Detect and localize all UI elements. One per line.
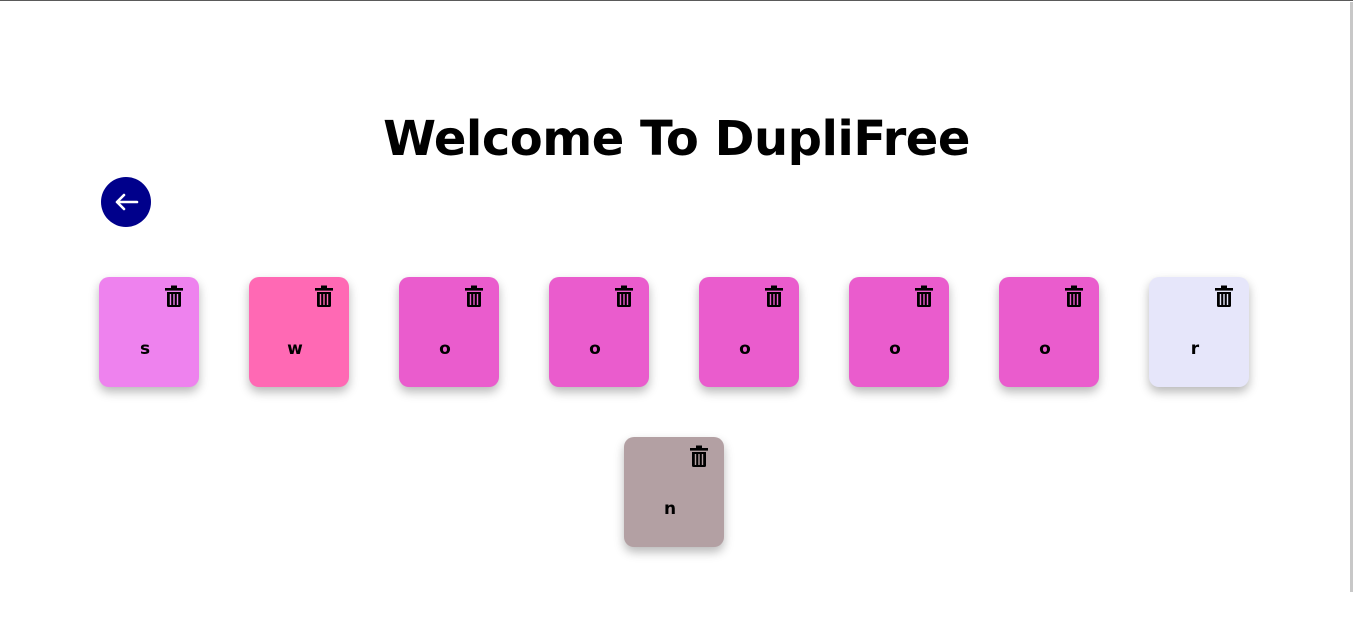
delete-button[interactable] bbox=[1215, 285, 1233, 307]
letter-card: o bbox=[849, 277, 949, 387]
delete-button[interactable] bbox=[690, 445, 708, 467]
letter-card: o bbox=[399, 277, 499, 387]
letter-card: o bbox=[999, 277, 1099, 387]
letter-card: r bbox=[1149, 277, 1249, 387]
trash-icon bbox=[1215, 285, 1233, 307]
letter-card: o bbox=[549, 277, 649, 387]
delete-button[interactable] bbox=[615, 285, 633, 307]
arrow-left-icon bbox=[115, 193, 139, 211]
card-letter: o bbox=[889, 339, 901, 359]
letter-card: o bbox=[699, 277, 799, 387]
trash-icon bbox=[465, 285, 483, 307]
card-letter: r bbox=[1190, 339, 1200, 359]
trash-icon bbox=[690, 445, 708, 467]
card-letter: n bbox=[663, 499, 677, 519]
trash-icon bbox=[915, 285, 933, 307]
delete-button[interactable] bbox=[315, 285, 333, 307]
trash-icon bbox=[1065, 285, 1083, 307]
app-window: Welcome To DupliFree s w o o o o o r n bbox=[0, 0, 1353, 625]
trash-icon bbox=[165, 285, 183, 307]
card-letter: o bbox=[739, 339, 751, 359]
card-letter: w bbox=[287, 339, 303, 359]
card-letter: o bbox=[589, 339, 601, 359]
trash-icon bbox=[765, 285, 783, 307]
card-letter: o bbox=[1039, 339, 1051, 359]
back-button[interactable] bbox=[101, 177, 151, 227]
trash-icon bbox=[615, 285, 633, 307]
delete-button[interactable] bbox=[1065, 285, 1083, 307]
letter-card: s bbox=[99, 277, 199, 387]
delete-button[interactable] bbox=[915, 285, 933, 307]
delete-button[interactable] bbox=[465, 285, 483, 307]
trash-icon bbox=[315, 285, 333, 307]
letter-card: w bbox=[249, 277, 349, 387]
card-letter: s bbox=[139, 339, 151, 359]
card-letter: o bbox=[439, 339, 451, 359]
delete-button[interactable] bbox=[165, 285, 183, 307]
delete-button[interactable] bbox=[765, 285, 783, 307]
page-title: Welcome To DupliFree bbox=[383, 111, 970, 167]
letter-card: n bbox=[624, 437, 724, 547]
